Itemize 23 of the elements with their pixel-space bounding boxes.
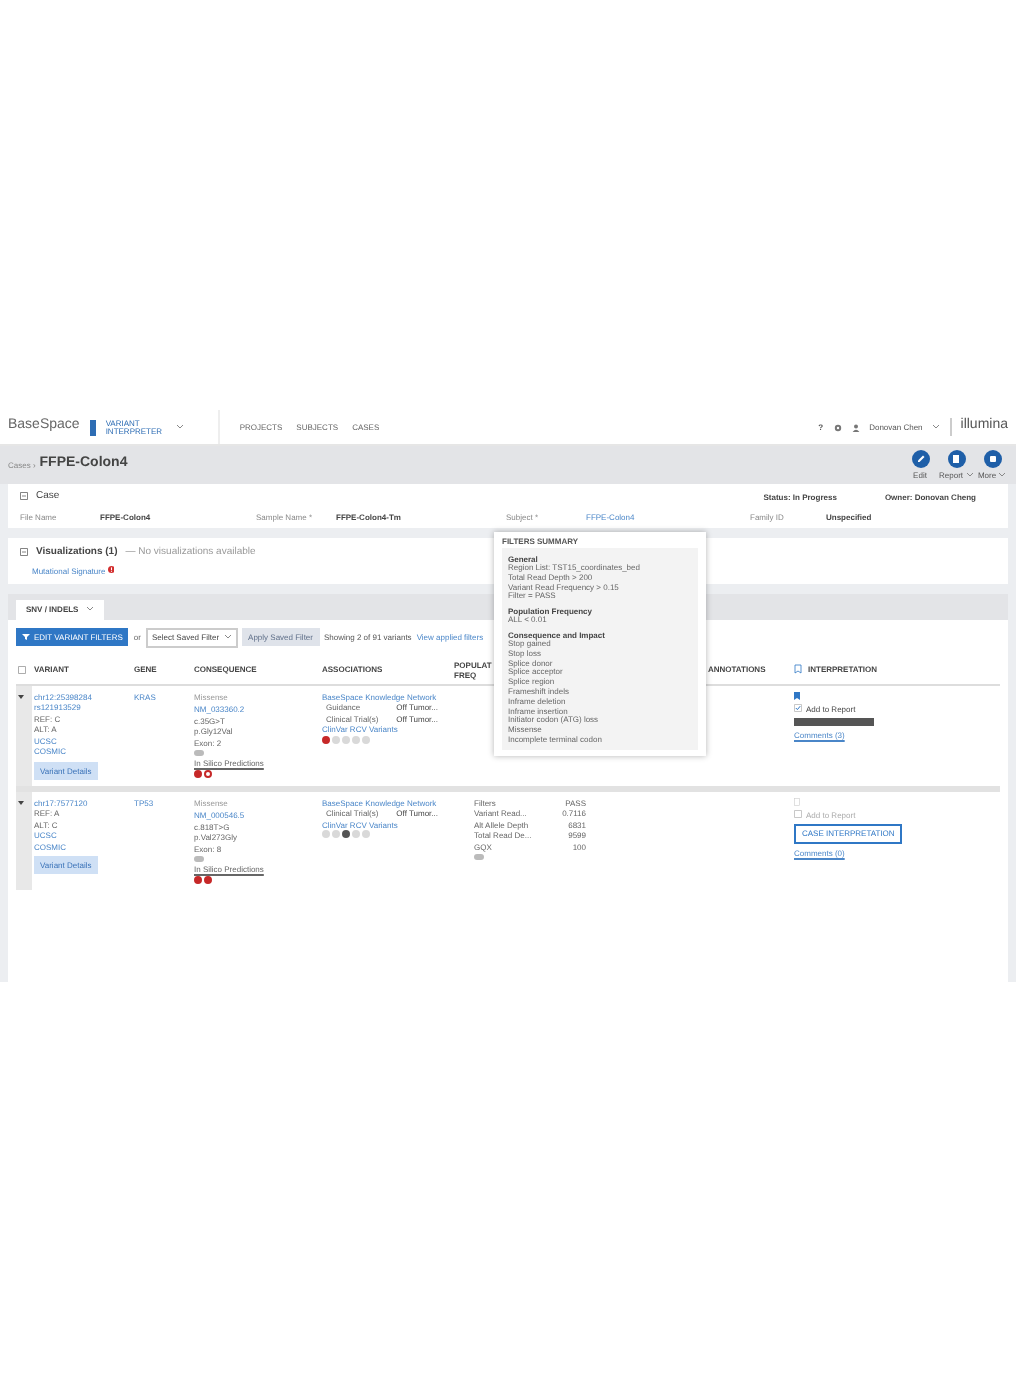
status-pill: [194, 750, 204, 755]
document-icon: [952, 454, 960, 464]
user-icon: [851, 423, 860, 431]
add-to-report-checkbox[interactable]: [794, 810, 802, 818]
filter-icon: [22, 634, 30, 640]
edit-button[interactable]: [911, 450, 929, 468]
select-all-checkbox[interactable]: [18, 665, 26, 673]
expand-toggle-icon[interactable]: [18, 693, 24, 699]
status-pill: [194, 856, 204, 861]
pencil-icon: [915, 454, 925, 464]
expand-toggle-icon[interactable]: [18, 799, 24, 805]
report-button[interactable]: [947, 450, 965, 468]
settings-icon[interactable]: [833, 423, 842, 431]
status-pill: [474, 854, 484, 859]
more-button[interactable]: [983, 450, 1001, 468]
bookmark-icon[interactable]: [794, 691, 800, 699]
bookmark-icon[interactable]: [794, 664, 802, 674]
collapse-icon[interactable]: [20, 492, 28, 501]
alert-icon: [107, 566, 115, 574]
collapse-icon[interactable]: [20, 548, 28, 557]
logo-bar-icon: [89, 419, 96, 435]
add-to-report-checkbox[interactable]: [794, 704, 802, 712]
interpretation-bar[interactable]: [794, 717, 874, 725]
